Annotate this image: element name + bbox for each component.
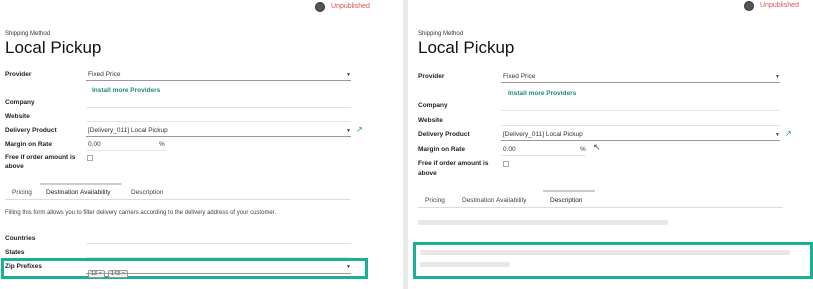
free-order-label-2: above [418, 170, 437, 177]
active-tab-indicator [40, 183, 122, 185]
provider-underline [501, 82, 780, 83]
delivery-product-underline [86, 136, 351, 137]
company-label: Company [418, 102, 448, 109]
provider-underline [86, 80, 351, 81]
chevron-down-icon[interactable]: ▼ [775, 132, 780, 138]
margin-underline [501, 155, 586, 156]
company-label: Company [5, 99, 35, 106]
zip-prefixes-underline [86, 273, 351, 274]
zip-prefixes-highlight [1, 258, 368, 279]
publish-status[interactable]: Unpublished [760, 2, 799, 9]
left-form-panel: Unpublished Shipping Method Local Pickup… [0, 0, 403, 289]
delivery-product-underline [501, 140, 780, 141]
install-providers-link[interactable]: Install more Providers [92, 87, 160, 94]
free-order-checkbox[interactable] [503, 161, 509, 167]
provider-select[interactable]: Fixed Price [88, 71, 121, 78]
free-order-label: Free if order amount is [5, 154, 76, 161]
active-tab-indicator [543, 190, 595, 192]
form-type-label: Shipping Method [5, 31, 51, 37]
margin-input[interactable]: 0.00 [503, 146, 516, 153]
margin-unit: % [580, 146, 586, 153]
publish-status[interactable]: Unpublished [331, 3, 370, 10]
page-title: Local Pickup [5, 38, 102, 57]
destination-help-text: Filling this form allows you to filter d… [5, 210, 277, 216]
tab-bar-line [418, 207, 783, 208]
tab-pricing[interactable]: Pricing [425, 197, 445, 204]
free-order-checkbox[interactable] [87, 155, 93, 161]
right-form-panel: Unpublished Shipping Method Local Pickup… [408, 0, 813, 289]
external-link-icon[interactable]: ↗ [785, 129, 792, 138]
zip-tag[interactable]: 143 × [107, 270, 128, 278]
mouse-cursor-icon: ↖ [593, 142, 601, 152]
free-order-label: Free if order amount is [418, 160, 489, 167]
delivery-product-select[interactable]: [Delivery_011] Local Pickup [88, 127, 168, 134]
website-label: Website [418, 117, 443, 124]
margin-unit: % [159, 141, 165, 148]
delivery-product-label: Delivery Product [418, 131, 470, 138]
chevron-down-icon[interactable]: ▼ [775, 74, 780, 80]
zip-prefixes-tags[interactable]: 13 × 143 × [88, 262, 131, 280]
company-field[interactable] [501, 110, 780, 111]
globe-icon[interactable] [744, 1, 754, 11]
countries-label: Countries [5, 235, 36, 242]
external-link-icon[interactable]: ↗ [356, 125, 363, 134]
margin-label: Margin on Rate [418, 146, 465, 153]
blurred-description-line [420, 250, 790, 255]
form-type-label: Shipping Method [418, 31, 464, 37]
countries-field[interactable] [86, 243, 351, 244]
provider-label: Provider [5, 71, 32, 78]
website-field[interactable] [501, 125, 780, 126]
tab-destination-availability[interactable]: Destination Availability [462, 197, 527, 204]
globe-icon[interactable] [315, 2, 325, 12]
margin-input[interactable]: 0.00 [88, 141, 101, 148]
margin-label: Margin on Rate [5, 141, 52, 148]
tab-description[interactable]: Description [550, 197, 583, 204]
tab-destination-availability[interactable]: Destination Availability [46, 189, 111, 196]
website-label: Website [5, 113, 30, 120]
chevron-down-icon[interactable]: ▼ [346, 264, 351, 270]
chevron-down-icon[interactable]: ▼ [346, 72, 351, 78]
free-order-label-2: above [5, 163, 24, 170]
states-label: States [5, 249, 25, 256]
delivery-product-label: Delivery Product [5, 127, 57, 134]
install-providers-link[interactable]: Install more Providers [508, 90, 576, 97]
website-field[interactable] [86, 121, 351, 122]
delivery-product-select[interactable]: [Delivery_011] Local Pickup [503, 131, 583, 138]
tab-description[interactable]: Description [131, 189, 164, 196]
chevron-down-icon[interactable]: ▼ [346, 128, 351, 134]
blurred-description-line [420, 262, 510, 267]
tab-bar-line [5, 199, 350, 200]
page-title: Local Pickup [418, 38, 515, 57]
blurred-description-text [418, 220, 668, 225]
zip-prefixes-label: Zip Prefixes [5, 263, 42, 270]
provider-label: Provider [418, 73, 445, 80]
provider-select[interactable]: Fixed Price [503, 73, 536, 80]
company-field[interactable] [86, 107, 351, 108]
zip-tag[interactable]: 13 × [88, 270, 105, 278]
margin-underline [86, 150, 166, 151]
tab-pricing[interactable]: Pricing [12, 189, 32, 196]
description-highlight [413, 242, 813, 279]
